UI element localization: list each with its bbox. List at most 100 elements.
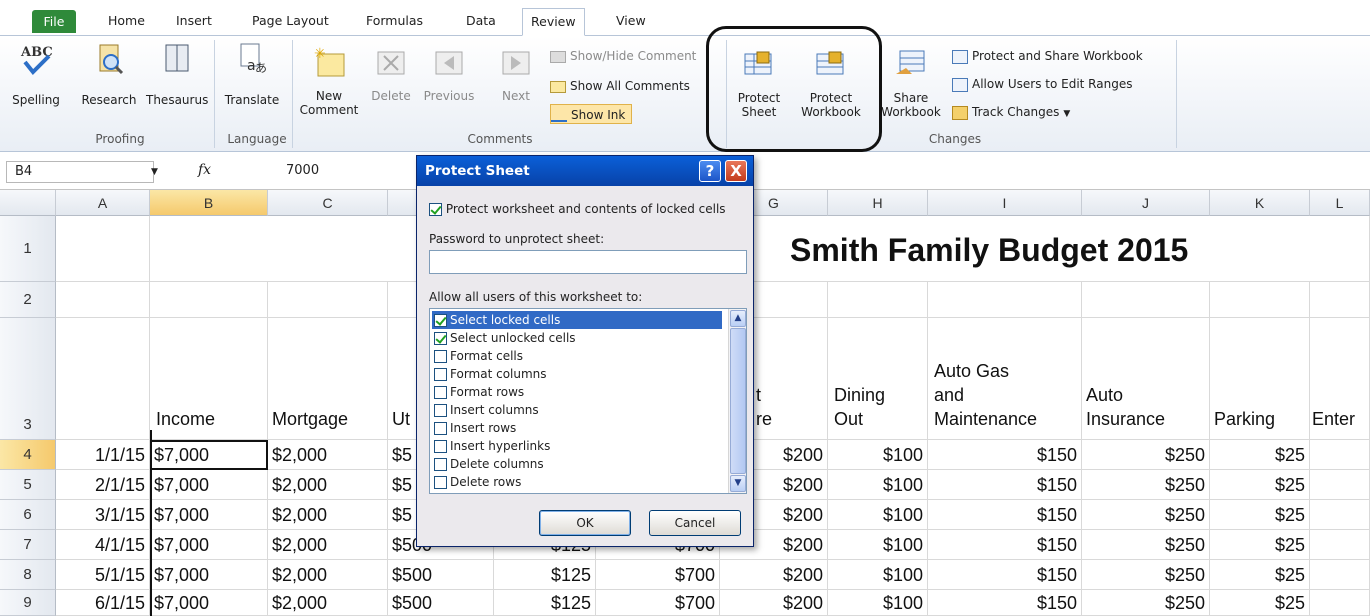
cell[interactable] <box>1210 282 1310 318</box>
data-cell[interactable]: $25 <box>1210 590 1310 616</box>
tab-formulas[interactable]: Formulas <box>358 8 431 36</box>
tab-page-layout[interactable]: Page Layout <box>244 8 337 36</box>
cell[interactable] <box>1310 216 1370 282</box>
data-cell[interactable]: $250 <box>1082 470 1210 500</box>
data-cell[interactable]: 3/1/15 <box>56 500 150 530</box>
data-cell[interactable]: $125 <box>494 590 596 616</box>
data-cell[interactable]: $100 <box>828 500 928 530</box>
data-cell[interactable]: $200 <box>720 590 828 616</box>
column-header-a[interactable]: A <box>56 190 150 216</box>
data-cell[interactable] <box>1310 530 1370 560</box>
show-all-comments-button[interactable]: Show All Comments <box>550 76 690 96</box>
permission-item[interactable]: Delete columns <box>432 455 722 473</box>
data-cell[interactable]: $7,000 <box>150 530 268 560</box>
row-header-3[interactable]: 3 <box>0 318 56 440</box>
data-cell[interactable]: $2,000 <box>268 440 388 470</box>
protect-and-share-workbook-button[interactable]: Protect and Share Workbook <box>952 46 1143 66</box>
data-cell[interactable]: $150 <box>928 470 1082 500</box>
data-cell[interactable]: $25 <box>1210 440 1310 470</box>
protect-worksheet-checkbox[interactable]: Protect worksheet and contents of locked… <box>429 202 726 216</box>
data-cell[interactable]: $100 <box>828 440 928 470</box>
cancel-button[interactable]: Cancel <box>649 510 741 536</box>
previous-comment-button[interactable]: Previous <box>418 46 480 103</box>
formula-input[interactable]: 7000 <box>286 161 319 181</box>
column-header-h[interactable]: H <box>828 190 928 216</box>
data-cell[interactable]: 6/1/15 <box>56 590 150 616</box>
permission-item[interactable]: Insert columns <box>432 401 722 419</box>
next-comment-button[interactable]: Next <box>494 46 538 103</box>
permission-item[interactable]: Select unlocked cells <box>432 329 722 347</box>
delete-comment-button[interactable]: Delete <box>364 46 418 103</box>
column-header-j[interactable]: J <box>1082 190 1210 216</box>
cell[interactable] <box>150 282 268 318</box>
protect-sheet-button[interactable]: Protect Sheet <box>734 48 784 119</box>
function-icon[interactable]: fx <box>198 162 211 178</box>
checkbox-checked-icon[interactable] <box>434 314 447 327</box>
data-cell[interactable]: $150 <box>928 560 1082 590</box>
data-cell[interactable]: $2,000 <box>268 590 388 616</box>
row-header-6[interactable]: 6 <box>0 500 56 530</box>
checkbox-unchecked-icon[interactable] <box>434 458 447 471</box>
data-cell[interactable]: $250 <box>1082 500 1210 530</box>
data-cell[interactable]: $150 <box>928 590 1082 616</box>
select-all-corner[interactable] <box>0 190 56 216</box>
protect-workbook-button[interactable]: Protect Workbook <box>792 48 870 119</box>
tab-insert[interactable]: Insert <box>168 8 220 36</box>
data-cell[interactable]: $150 <box>928 440 1082 470</box>
research-button[interactable]: Research <box>74 42 144 107</box>
checkbox-unchecked-icon[interactable] <box>434 476 447 489</box>
data-cell[interactable] <box>1310 470 1370 500</box>
data-cell[interactable]: $250 <box>1082 560 1210 590</box>
data-cell[interactable]: $125 <box>494 560 596 590</box>
permission-item[interactable]: Format rows <box>432 383 722 401</box>
data-cell[interactable]: $100 <box>828 530 928 560</box>
cell[interactable] <box>56 216 150 282</box>
checkbox-unchecked-icon[interactable] <box>434 440 447 453</box>
row-header-9[interactable]: 9 <box>0 590 56 616</box>
new-comment-button[interactable]: ✳ New Comment <box>298 46 360 117</box>
data-cell[interactable]: $100 <box>828 470 928 500</box>
cell[interactable] <box>56 318 150 440</box>
cell[interactable] <box>928 282 1082 318</box>
data-cell[interactable]: $2,000 <box>268 530 388 560</box>
translate-button[interactable]: aあ Translate <box>222 42 282 107</box>
permission-item[interactable]: Select locked cells <box>432 311 722 329</box>
show-ink-button[interactable]: Show Ink <box>550 104 633 124</box>
data-cell[interactable]: $150 <box>928 500 1082 530</box>
tab-home[interactable]: Home <box>100 8 153 36</box>
column-header-l[interactable]: L <box>1310 190 1370 216</box>
cell[interactable] <box>1310 282 1370 318</box>
data-cell[interactable]: $250 <box>1082 530 1210 560</box>
data-cell[interactable]: $700 <box>596 560 720 590</box>
data-cell[interactable]: $7,000 <box>150 470 268 500</box>
permission-item[interactable]: Insert rows <box>432 419 722 437</box>
data-cell[interactable] <box>1310 440 1370 470</box>
cell[interactable] <box>1210 216 1310 282</box>
scroll-up-icon[interactable]: ▲ <box>730 310 746 327</box>
cell[interactable] <box>268 216 388 282</box>
data-cell[interactable]: $700 <box>596 590 720 616</box>
checkbox-checked-icon[interactable] <box>434 332 447 345</box>
data-cell[interactable]: $200 <box>720 560 828 590</box>
checkbox-unchecked-icon[interactable] <box>434 404 447 417</box>
data-cell[interactable]: $150 <box>928 530 1082 560</box>
row-header-4[interactable]: 4 <box>0 440 56 470</box>
data-cell[interactable]: 1/1/15 <box>56 440 150 470</box>
scroll-down-icon[interactable]: ▼ <box>730 475 746 492</box>
help-button[interactable]: ? <box>699 160 721 182</box>
scroll-thumb[interactable] <box>730 328 746 474</box>
permission-item[interactable]: Insert hyperlinks <box>432 437 722 455</box>
checkbox-unchecked-icon[interactable] <box>434 422 447 435</box>
data-cell[interactable]: $25 <box>1210 560 1310 590</box>
data-cell[interactable]: 2/1/15 <box>56 470 150 500</box>
permission-item[interactable]: Delete rows <box>432 473 722 491</box>
row-header-7[interactable]: 7 <box>0 530 56 560</box>
data-cell[interactable]: $2,000 <box>268 560 388 590</box>
show-hide-comment-button[interactable]: Show/Hide Comment <box>550 46 696 66</box>
tab-review[interactable]: Review <box>522 8 585 36</box>
data-cell[interactable]: $25 <box>1210 500 1310 530</box>
ok-button[interactable]: OK <box>539 510 631 536</box>
chevron-down-icon[interactable]: ▼ <box>151 162 158 182</box>
column-header-i[interactable]: I <box>928 190 1082 216</box>
data-cell[interactable]: $2,000 <box>268 470 388 500</box>
